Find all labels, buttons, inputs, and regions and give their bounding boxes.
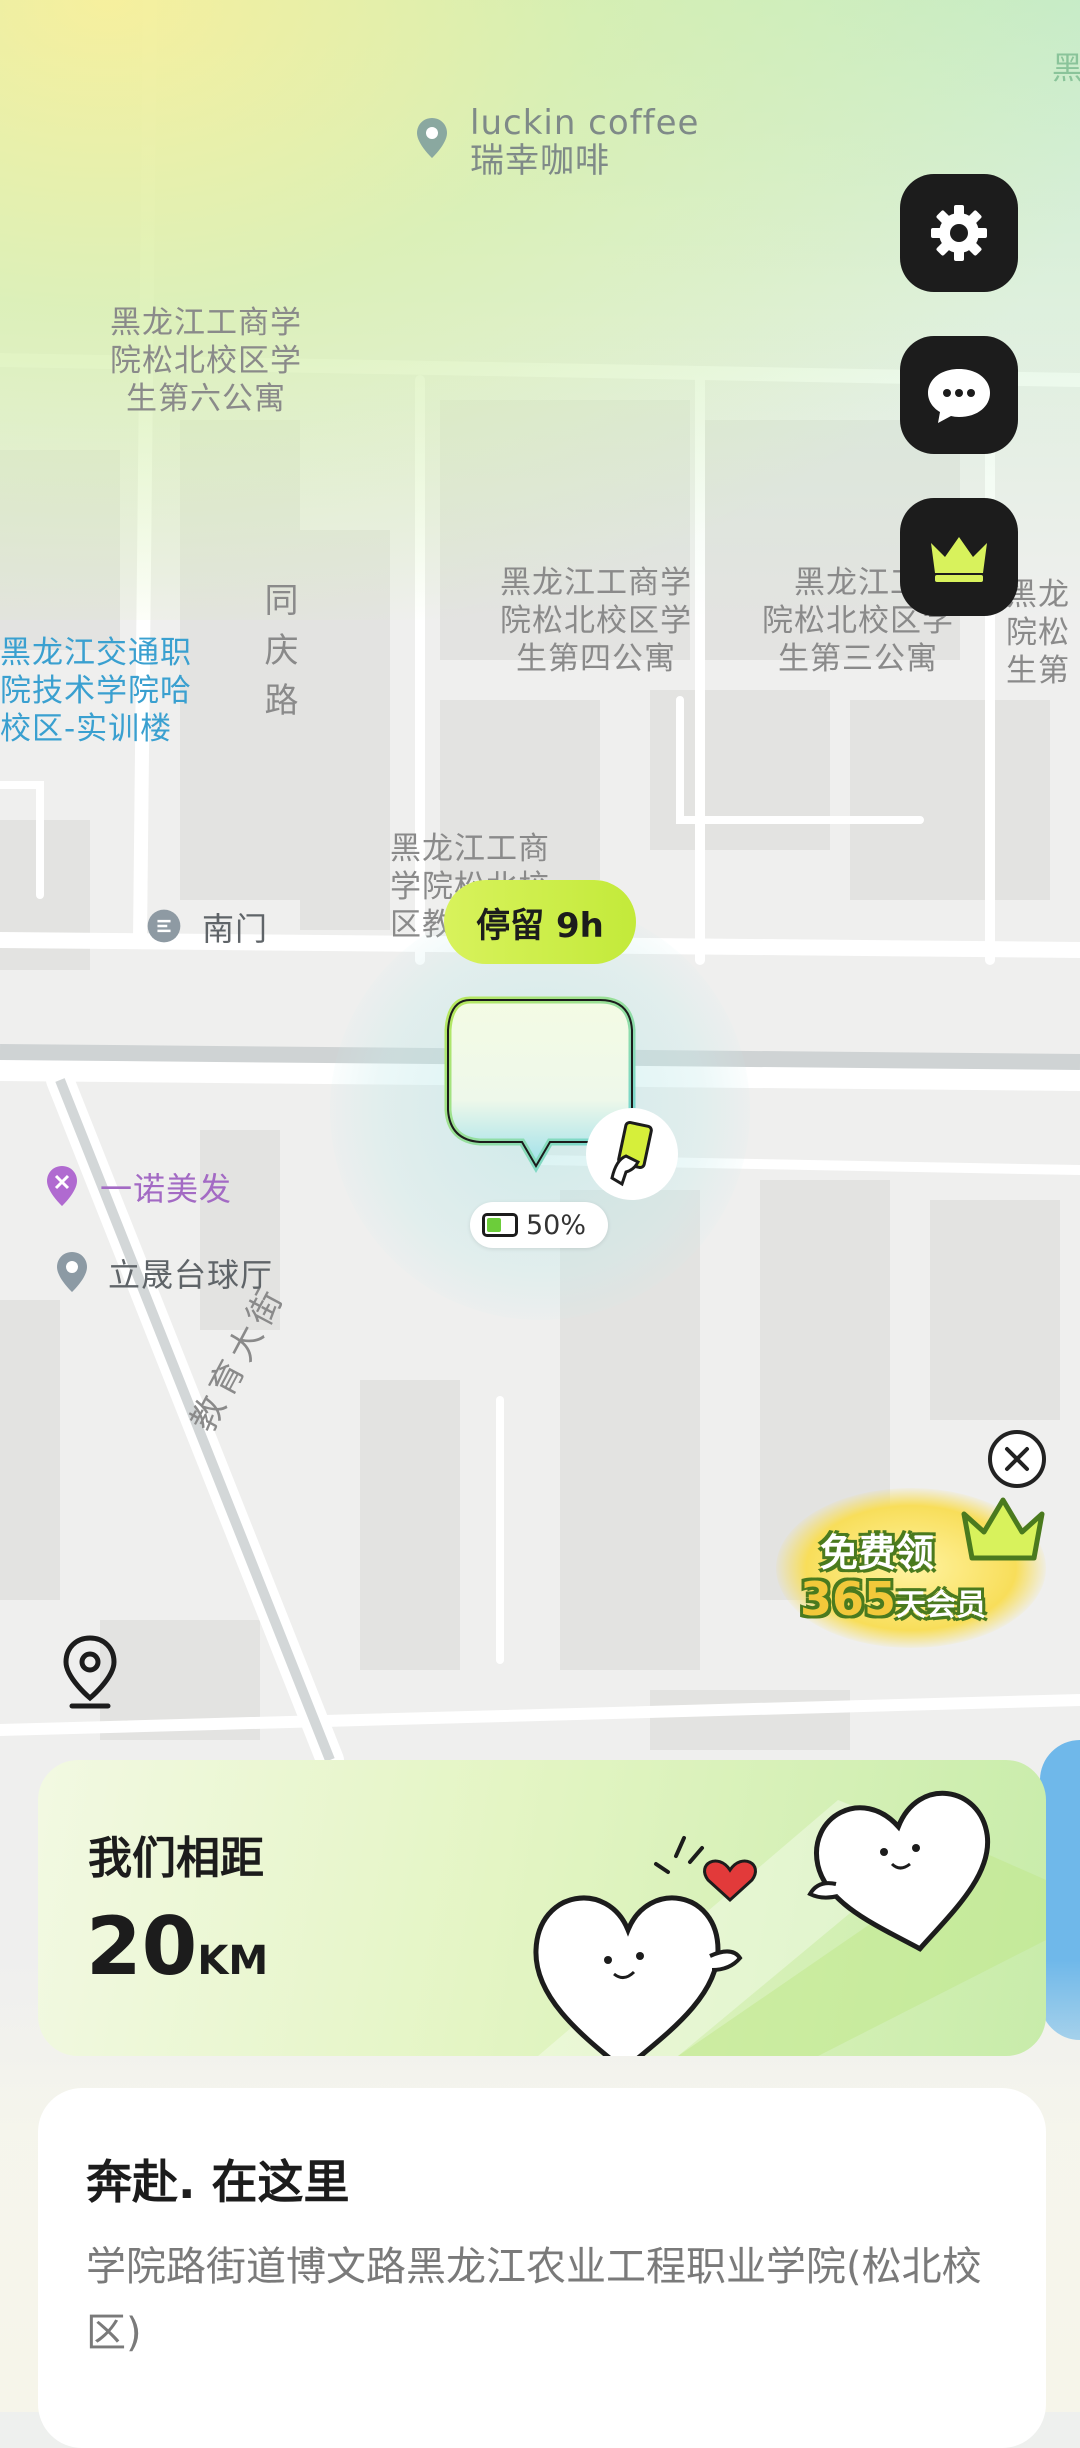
chat-bubble-icon [928, 369, 990, 423]
poi-salon[interactable]: 一诺美发 [100, 1170, 232, 1208]
close-icon [1005, 1447, 1029, 1471]
poi-luckin[interactable]: luckin coffee 瑞幸咖啡 [470, 104, 699, 180]
poi-luckin-cn: 瑞幸咖啡 [470, 141, 610, 181]
chat-button[interactable] [900, 336, 1018, 454]
poi-dorm4-line: 黑龙江工商学 [500, 565, 692, 601]
stay-duration-pill: 停留 9h [444, 880, 636, 964]
distance-value: 20KM [86, 1900, 268, 1993]
battery-icon [482, 1213, 518, 1237]
distance-unit: KM [197, 1938, 269, 1984]
poi-dorm6-line: 黑龙江工商学 [110, 305, 302, 341]
free-vip-promo[interactable]: 免费领 365天会员 [770, 1430, 1070, 1670]
address-card[interactable]: 奔赴. 在这里 学院路街道博文路黑龙江农业工程职业学院(松北校区) [38, 2088, 1046, 2448]
poi-teaching-line: 黑龙江工商 [390, 831, 550, 867]
billiards-pin-icon [57, 1252, 87, 1292]
poi-luckin-en: luckin coffee [470, 103, 700, 143]
poi-top-right-fragment: 黑 [1052, 51, 1080, 87]
poi-dorm4-line: 院松北校区学 [500, 603, 692, 639]
gear-icon [931, 205, 987, 261]
poi-dorm4[interactable]: 黑龙江工商学 院松北校区学 生第四公寓 [476, 564, 716, 678]
poi-jiaotong-line: 校区-实训楼 [0, 711, 173, 747]
poi-jiaotong[interactable]: 黑龙江交通职 院技术学院哈 校区-实训楼 [0, 634, 220, 748]
distance-card[interactable]: 我们相距 20KM [38, 1760, 1046, 2056]
poi-dorm6-line: 院松北校区学 [110, 343, 302, 379]
poi-dorm-right-line: 院松 [1006, 615, 1070, 651]
promo-number: 365 [800, 1572, 897, 1626]
crown-icon [931, 537, 987, 582]
gate-icon [147, 909, 181, 943]
address-title: 奔赴. 在这里 [86, 2155, 350, 2209]
battery-percent: 50% [526, 1209, 587, 1241]
poi-dorm-right-line: 生第 [1006, 653, 1070, 689]
road-tongqing-text: 同庆路 [264, 581, 300, 721]
poi-jiaotong-line: 院技术学院哈 [0, 673, 192, 709]
promo-line2: 365天会员 [800, 1572, 986, 1626]
hearts-illustration [533, 1790, 1046, 2056]
distance-number: 20 [86, 1900, 198, 1993]
battery-indicator: 50% [470, 1202, 608, 1248]
poi-dorm4-line: 生第四公寓 [516, 641, 676, 677]
poi-dorm-right[interactable]: 黑龙 院松 生第 [1006, 576, 1080, 690]
poi-jiaotong-line: 黑龙江交通职 [0, 635, 192, 671]
promo-crown-icon [961, 1497, 1045, 1561]
promo-line1: 免费领 [820, 1531, 935, 1575]
address-text: 学院路街道博文路黑龙江农业工程职业学院(松北校区) [86, 2244, 982, 2356]
settings-button[interactable] [900, 174, 1018, 292]
distance-title: 我们相距 [88, 1833, 264, 1884]
vip-button[interactable] [900, 498, 1018, 616]
promo-close-button[interactable] [988, 1430, 1046, 1488]
locate-me-icon[interactable] [58, 1632, 122, 1712]
poi-pin-icon [417, 118, 447, 158]
poi-dorm6-line: 生第六公寓 [126, 381, 286, 417]
poi-billiards[interactable]: 立晟台球厅 [108, 1256, 273, 1294]
poi-dorm6[interactable]: 黑龙江工商学 院松北校区学 生第六公寓 [86, 304, 326, 418]
promo-suffix: 天会员 [896, 1588, 987, 1623]
phone-in-hand-icon [586, 1108, 678, 1200]
salon-pin-icon [47, 1166, 77, 1206]
poi-south-gate[interactable]: 南门 [202, 910, 268, 948]
road-tongqing: 同庆路 [264, 576, 304, 726]
poi-dorm3-line: 生第三公寓 [778, 641, 938, 677]
